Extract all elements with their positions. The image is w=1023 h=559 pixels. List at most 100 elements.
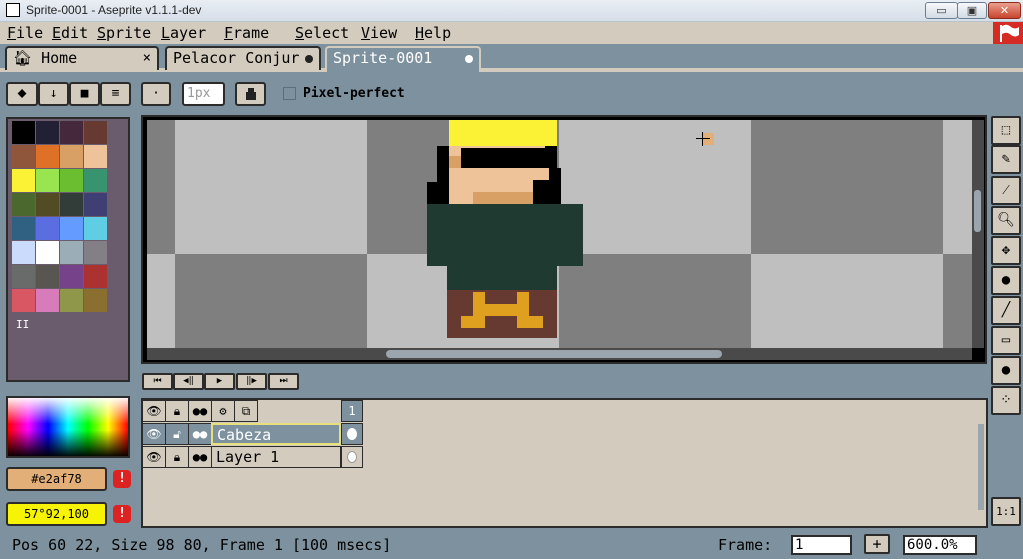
last-frame-button[interactable]: ⏭	[268, 373, 299, 390]
palette-swatch[interactable]	[60, 289, 83, 312]
palette-swatch[interactable]	[36, 289, 59, 312]
menu-layer[interactable]: Layer	[161, 22, 206, 44]
tab-sprite-0001[interactable]: Sprite-0001	[325, 46, 481, 72]
tab-pelacor[interactable]: Pelacor Conjur	[165, 46, 321, 70]
menu-view[interactable]: View	[361, 22, 397, 44]
add-frame-button[interactable]: +	[864, 534, 890, 554]
gear-icon[interactable]: ⚙	[211, 400, 235, 422]
close-window-button[interactable]: ✕	[988, 2, 1021, 19]
layer-cabeza-lock-icon[interactable]: 🔓︎	[165, 423, 189, 445]
palette-swatch[interactable]	[60, 145, 83, 168]
frame-input[interactable]: 1	[791, 535, 852, 555]
palette-swatch[interactable]	[60, 217, 83, 240]
spray-tool[interactable]: ⁘	[991, 386, 1021, 415]
pencil-tool[interactable]: ✎	[991, 145, 1021, 174]
rectangular-marquee-tool[interactable]: ⬚	[991, 116, 1021, 145]
palette-swatch[interactable]	[36, 169, 59, 192]
cel-cabeza-1[interactable]	[341, 423, 363, 445]
rectangle-tool[interactable]: ▭	[991, 326, 1021, 355]
layer-1-continuous-icon[interactable]: ●●	[188, 446, 212, 468]
layer-cabeza-continuous-icon[interactable]: ●●	[188, 423, 212, 445]
line-tool[interactable]: ╱	[991, 296, 1021, 325]
horizontal-scroll-thumb[interactable]	[386, 350, 722, 358]
palette-swatch[interactable]	[36, 217, 59, 240]
vertical-scroll-thumb[interactable]	[974, 190, 981, 232]
brush-size-input[interactable]: 1px	[182, 82, 225, 106]
fg-warning-icon[interactable]: !	[113, 470, 131, 488]
palette-swatch[interactable]	[84, 169, 107, 192]
eraser-brush-button[interactable]: ⬥	[6, 82, 38, 106]
eyedropper-tool[interactable]: ⁄	[991, 176, 1021, 205]
eye-icon[interactable]: 👁︎	[142, 400, 166, 422]
palette-swatch[interactable]	[84, 241, 107, 264]
palette-swatch[interactable]	[36, 265, 59, 288]
palette-swatch[interactable]	[84, 289, 107, 312]
palette-swatch[interactable]	[12, 289, 35, 312]
palette-swatch[interactable]	[12, 241, 35, 264]
palette-swatch[interactable]	[12, 169, 35, 192]
palette-swatch[interactable]	[12, 193, 35, 216]
foreground-color-button[interactable]: #e2af78	[6, 467, 107, 491]
menu-frame[interactable]: Frame	[224, 22, 269, 44]
palette-swatch[interactable]	[60, 121, 83, 144]
background-color-button[interactable]: 57°92,100	[6, 502, 107, 526]
layer-1[interactable]: Layer 1	[211, 446, 341, 468]
color-spectrum[interactable]	[6, 396, 130, 458]
palette-swatch[interactable]	[84, 193, 107, 216]
palette-swatch[interactable]	[12, 121, 35, 144]
previous-frame-button[interactable]: ◀‖	[173, 373, 204, 390]
palette-swatch[interactable]	[36, 121, 59, 144]
minimize-button[interactable]: ▭	[925, 2, 958, 19]
layers-icon[interactable]: ⧉	[234, 400, 258, 422]
move-tool[interactable]: ✥	[991, 236, 1021, 265]
play-button[interactable]: ▶	[204, 373, 235, 390]
palette-swatch[interactable]	[60, 241, 83, 264]
menu-sprite[interactable]: Sprite	[97, 22, 151, 44]
palette-swatch[interactable]	[84, 121, 107, 144]
tab-home[interactable]: 🏠︎ Home ×	[5, 46, 159, 70]
frame-header-1[interactable]: 1	[341, 400, 363, 422]
down-arrow-button[interactable]: ↓	[38, 82, 69, 106]
menu-file[interactable]: File	[7, 22, 43, 44]
cel-layer1-1[interactable]	[341, 446, 363, 468]
palette-swatch[interactable]	[60, 193, 83, 216]
lock-icon[interactable]: 🔒︎	[165, 400, 189, 422]
layer-cabeza-eye-icon[interactable]: 👁︎	[142, 423, 166, 445]
layer-cabeza[interactable]: Cabeza	[211, 423, 341, 445]
ink-button[interactable]	[235, 82, 266, 106]
palette-swatch[interactable]	[84, 145, 107, 168]
palette-swatch[interactable]	[60, 169, 83, 192]
zoom-1to1-button[interactable]: 1:1	[991, 497, 1021, 526]
maximize-button[interactable]: ▣	[957, 2, 987, 19]
palette-swatch[interactable]	[12, 145, 35, 168]
zoom-input[interactable]: 600.0%	[903, 535, 977, 555]
menu-button[interactable]: ≡	[100, 82, 131, 106]
tab-home-close-button[interactable]: ×	[143, 48, 151, 68]
blur-tool[interactable]: ●	[991, 356, 1021, 385]
palette-swatch[interactable]	[12, 265, 35, 288]
zoom-tool[interactable]: 🔍︎	[991, 206, 1021, 235]
modified-dot-icon[interactable]	[465, 55, 473, 63]
palette-swatch[interactable]	[60, 265, 83, 288]
layer-1-lock-icon[interactable]: 🔒︎	[165, 446, 189, 468]
bg-warning-icon[interactable]: !	[113, 505, 131, 523]
menu-edit[interactable]: Edit	[52, 22, 88, 44]
palette-swatch[interactable]	[84, 217, 107, 240]
first-frame-button[interactable]: ⏮	[142, 373, 173, 390]
pixel-perfect-checkbox[interactable]	[283, 87, 296, 100]
menu-select[interactable]: Select	[295, 22, 349, 44]
sprite-canvas[interactable]	[147, 120, 972, 348]
menu-help[interactable]: Help	[415, 22, 451, 44]
news-flag-icon[interactable]	[993, 22, 1023, 44]
paint-bucket-tool[interactable]: ●	[991, 266, 1021, 295]
vertical-scrollbar[interactable]	[972, 120, 984, 348]
next-frame-button[interactable]: ‖▶	[236, 373, 267, 390]
palette-swatch[interactable]	[36, 145, 59, 168]
layer-1-eye-icon[interactable]: 👁︎	[142, 446, 166, 468]
palette-swatch[interactable]	[84, 265, 107, 288]
folder-button[interactable]: ■	[69, 82, 100, 106]
palette-swatch[interactable]	[36, 193, 59, 216]
timeline-scrollbar[interactable]	[978, 424, 984, 510]
palette-swatch[interactable]	[12, 217, 35, 240]
palette-swatch[interactable]	[36, 241, 59, 264]
